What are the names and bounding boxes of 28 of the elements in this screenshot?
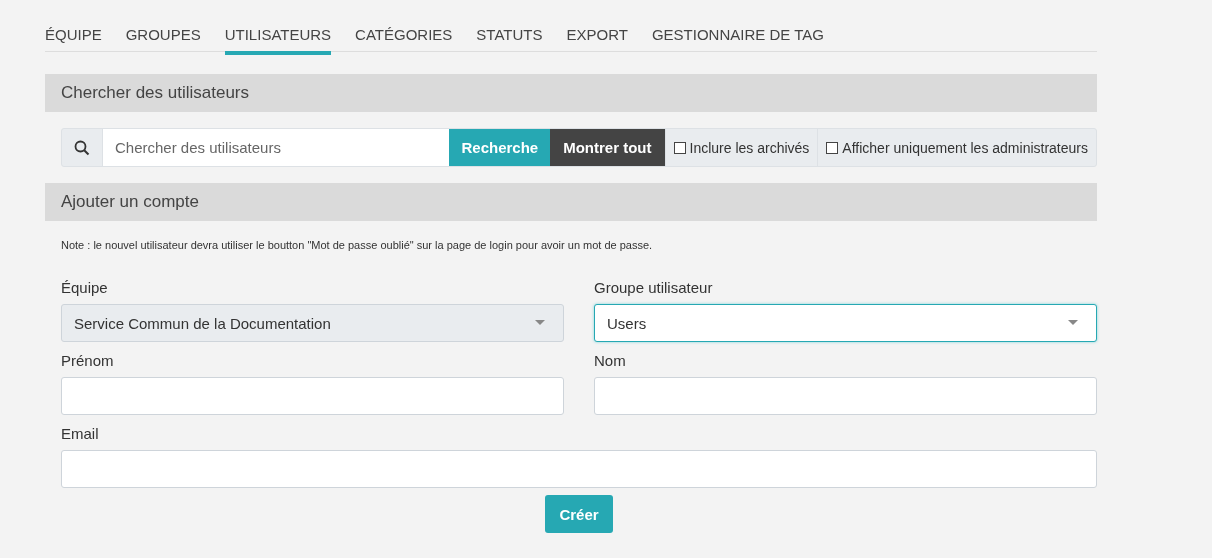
caret-icon xyxy=(535,320,545,326)
checkbox[interactable] xyxy=(826,141,839,154)
section-header: Chercher des utilisateurs xyxy=(45,74,1097,112)
input-field[interactable] xyxy=(61,377,564,415)
field-label: Groupe utilisateur xyxy=(594,279,714,296)
note-text: Note : le nouvel utilisateur devra utiliser le boutton "Mot de passe oublié" sur la page de login pour avoir un mot de passe. xyxy=(61,239,654,251)
field-label: Équipe xyxy=(61,279,109,296)
field-label: Email xyxy=(61,425,100,442)
show-all-button[interactable]: Montrer tout xyxy=(550,129,665,166)
input-field[interactable] xyxy=(594,377,1097,415)
field-label: Prénom xyxy=(61,352,115,369)
nav-tab[interactable]: CATÉGORIES xyxy=(355,18,453,55)
field-label: Nom xyxy=(594,352,627,369)
select-field[interactable]: Users xyxy=(594,304,1097,342)
input-field[interactable] xyxy=(61,450,1097,488)
nav-tab[interactable]: UTILISATEURS xyxy=(224,18,332,55)
search-icon xyxy=(74,139,90,156)
nav-tab[interactable]: GESTIONNAIRE DE TAG xyxy=(651,18,824,55)
nav-tab[interactable]: GROUPES xyxy=(125,18,201,55)
checkbox[interactable] xyxy=(673,141,686,154)
search-field[interactable]: Chercher des utilisateurs xyxy=(102,129,450,166)
nav-tab[interactable]: ÉQUIPE xyxy=(45,18,102,55)
checkbox-option[interactable]: Inclure les archivés xyxy=(664,129,818,166)
nav-tab[interactable]: STATUTS xyxy=(476,18,543,55)
nav-tab[interactable]: EXPORT xyxy=(566,18,628,55)
caret-icon xyxy=(1068,320,1078,326)
section-header: Ajouter un compte xyxy=(45,183,1097,221)
checkbox-option[interactable]: Afficher uniquement les administrateurs xyxy=(817,129,1096,166)
